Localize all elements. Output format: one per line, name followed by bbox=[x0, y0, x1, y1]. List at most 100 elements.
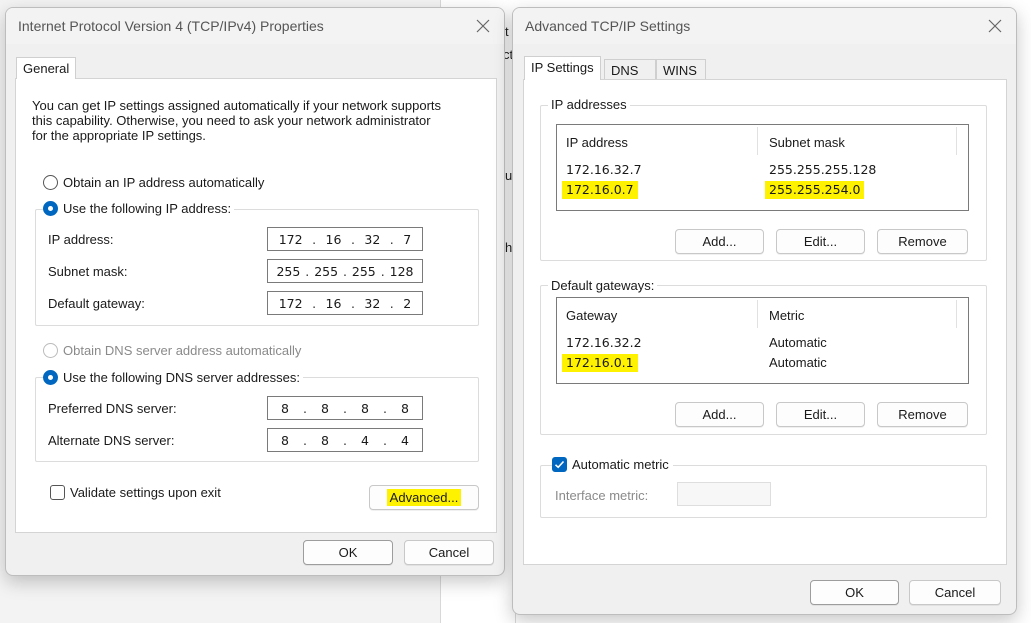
radio-button bbox=[43, 175, 58, 190]
ip-octet: 7 bbox=[403, 231, 412, 247]
column-header-ip-address[interactable]: IP address bbox=[566, 135, 628, 150]
tab-wins[interactable]: WINS bbox=[656, 59, 706, 81]
radio-button bbox=[43, 370, 58, 385]
list-item-mask[interactable]: 255.255.255.128 bbox=[769, 162, 876, 177]
interface-metric-label: Interface metric: bbox=[555, 488, 649, 503]
advanced-dialog-title: Advanced TCP/IP Settings bbox=[525, 18, 691, 34]
ok-button[interactable]: OK bbox=[303, 540, 393, 565]
ip-addresses-group-label: IP addresses bbox=[548, 97, 630, 112]
radio-button bbox=[43, 343, 58, 358]
background-text-fragment: t bbox=[505, 24, 509, 39]
ip-octet: 128 bbox=[389, 263, 414, 279]
ip-octet: 16 bbox=[325, 295, 342, 311]
ip-addresses-list[interactable]: IP address Subnet mask 172.16.32.7 255.2… bbox=[556, 124, 969, 211]
ip-octet: 8 bbox=[361, 400, 369, 416]
list-item-metric[interactable]: Automatic bbox=[769, 355, 827, 370]
ip-octet: 255 bbox=[276, 263, 301, 279]
general-tab-panel: You can get IP settings assigned automat… bbox=[15, 78, 497, 533]
ip-settings-tab-panel: IP addresses IP address Subnet mask 172.… bbox=[523, 79, 1007, 565]
ip-remove-button[interactable]: Remove bbox=[877, 229, 968, 254]
subnet-mask-label: Subnet mask: bbox=[48, 264, 128, 279]
use-following-dns-label: Use the following DNS server addresses: bbox=[63, 370, 300, 385]
ip-octet: 2 bbox=[403, 295, 412, 311]
intro-line-1: You can get IP settings assigned automat… bbox=[32, 98, 442, 113]
tab-ip-settings[interactable]: IP Settings bbox=[524, 56, 601, 80]
gateway-edit-button[interactable]: Edit... bbox=[776, 402, 865, 427]
default-gateways-group-label: Default gateways: bbox=[548, 278, 658, 293]
highlighted-text: 172.16.0.1 bbox=[562, 354, 638, 372]
interface-metric-input[interactable] bbox=[677, 482, 771, 506]
obtain-ip-auto-radio[interactable]: Obtain an IP address automatically bbox=[43, 175, 268, 190]
ip-octet: 8 bbox=[401, 400, 409, 416]
ip-octet: 172 bbox=[278, 295, 303, 311]
use-following-dns-radio[interactable]: Use the following DNS server addresses: bbox=[43, 370, 303, 385]
ip-octet: 4 bbox=[361, 432, 369, 448]
gateway-remove-button[interactable]: Remove bbox=[877, 402, 968, 427]
validate-settings-checkbox[interactable]: Validate settings upon exit bbox=[50, 485, 225, 500]
list-item-gateway[interactable]: 172.16.0.1 bbox=[562, 354, 638, 372]
obtain-dns-auto-radio[interactable]: Obtain DNS server address automatically bbox=[43, 343, 305, 358]
advanced-titlebar: Advanced TCP/IP Settings bbox=[513, 8, 1016, 44]
use-following-ip-label: Use the following IP address: bbox=[63, 201, 232, 216]
ip-octet: 32 bbox=[364, 295, 381, 311]
checkmark-icon bbox=[554, 460, 565, 469]
alternate-dns-label: Alternate DNS server: bbox=[48, 433, 175, 448]
default-gateways-list[interactable]: Gateway Metric 172.16.32.2 Automatic 172… bbox=[556, 297, 969, 384]
column-separator bbox=[757, 300, 758, 328]
list-item-metric[interactable]: Automatic bbox=[769, 335, 827, 350]
validate-settings-label: Validate settings upon exit bbox=[70, 485, 221, 500]
radio-button bbox=[43, 201, 58, 216]
ip-octet: 255 bbox=[351, 263, 376, 279]
advanced-button[interactable]: Advanced... bbox=[369, 485, 479, 510]
advanced-tcpip-dialog: Advanced TCP/IP Settings IP Settings DNS… bbox=[512, 7, 1017, 615]
tab-dns[interactable]: DNS bbox=[604, 59, 656, 81]
ipv4-properties-dialog: Internet Protocol Version 4 (TCP/IPv4) P… bbox=[5, 7, 505, 576]
ip-address-label: IP address: bbox=[48, 232, 114, 247]
close-icon bbox=[988, 19, 1002, 33]
ip-octet: 8 bbox=[281, 432, 289, 448]
highlighted-text: 255.255.254.0 bbox=[765, 181, 865, 199]
tab-general[interactable]: General bbox=[16, 57, 77, 79]
subnet-mask-field[interactable]: 255. 255. 255. 128 bbox=[267, 259, 423, 283]
list-item-ip[interactable]: 172.16.0.7 bbox=[562, 181, 638, 199]
cancel-button[interactable]: Cancel bbox=[909, 580, 1001, 605]
column-separator bbox=[757, 127, 758, 155]
obtain-dns-auto-label: Obtain DNS server address automatically bbox=[63, 343, 302, 358]
advanced-button-label: Advanced... bbox=[386, 489, 462, 506]
alternate-dns-field[interactable]: 8. 8. 4. 4 bbox=[267, 428, 423, 452]
default-gateway-field[interactable]: 172. 16. 32. 2 bbox=[267, 291, 423, 315]
list-item-gateway[interactable]: 172.16.32.2 bbox=[566, 335, 642, 350]
ip-octet: 8 bbox=[321, 400, 329, 416]
preferred-dns-label: Preferred DNS server: bbox=[48, 401, 177, 416]
intro-line-3: for the appropriate IP settings. bbox=[32, 128, 206, 143]
column-header-metric[interactable]: Metric bbox=[769, 308, 804, 323]
highlighted-text: 172.16.0.7 bbox=[562, 181, 638, 199]
column-header-gateway[interactable]: Gateway bbox=[566, 308, 617, 323]
default-gateway-label: Default gateway: bbox=[48, 296, 145, 311]
ip-address-field[interactable]: 172. 16. 32. 7 bbox=[267, 227, 423, 251]
ip-octet: 172 bbox=[278, 231, 303, 247]
gateway-add-button[interactable]: Add... bbox=[675, 402, 764, 427]
ok-button[interactable]: OK bbox=[810, 580, 899, 605]
checkbox-box bbox=[552, 457, 567, 472]
column-separator bbox=[956, 300, 957, 328]
column-header-subnet-mask[interactable]: Subnet mask bbox=[769, 135, 845, 150]
close-icon bbox=[476, 19, 490, 33]
list-item-ip[interactable]: 172.16.32.7 bbox=[566, 162, 642, 177]
close-button[interactable] bbox=[468, 12, 498, 40]
automatic-metric-checkbox[interactable]: Automatic metric bbox=[552, 457, 673, 472]
use-following-ip-radio[interactable]: Use the following IP address: bbox=[43, 201, 235, 216]
intro-line-2: this capability. Otherwise, you need to … bbox=[32, 113, 431, 128]
ip-octet: 32 bbox=[364, 231, 381, 247]
cancel-button[interactable]: Cancel bbox=[404, 540, 494, 565]
list-item-mask[interactable]: 255.255.254.0 bbox=[765, 181, 865, 199]
column-separator bbox=[956, 127, 957, 155]
ip-edit-button[interactable]: Edit... bbox=[776, 229, 865, 254]
ipv4-titlebar: Internet Protocol Version 4 (TCP/IPv4) P… bbox=[6, 8, 504, 44]
preferred-dns-field[interactable]: 8. 8. 8. 8 bbox=[267, 396, 423, 420]
ip-octet: 8 bbox=[281, 400, 289, 416]
ip-add-button[interactable]: Add... bbox=[675, 229, 764, 254]
ip-octet: 8 bbox=[321, 432, 329, 448]
close-button[interactable] bbox=[980, 12, 1010, 40]
ip-octet: 255 bbox=[314, 263, 339, 279]
